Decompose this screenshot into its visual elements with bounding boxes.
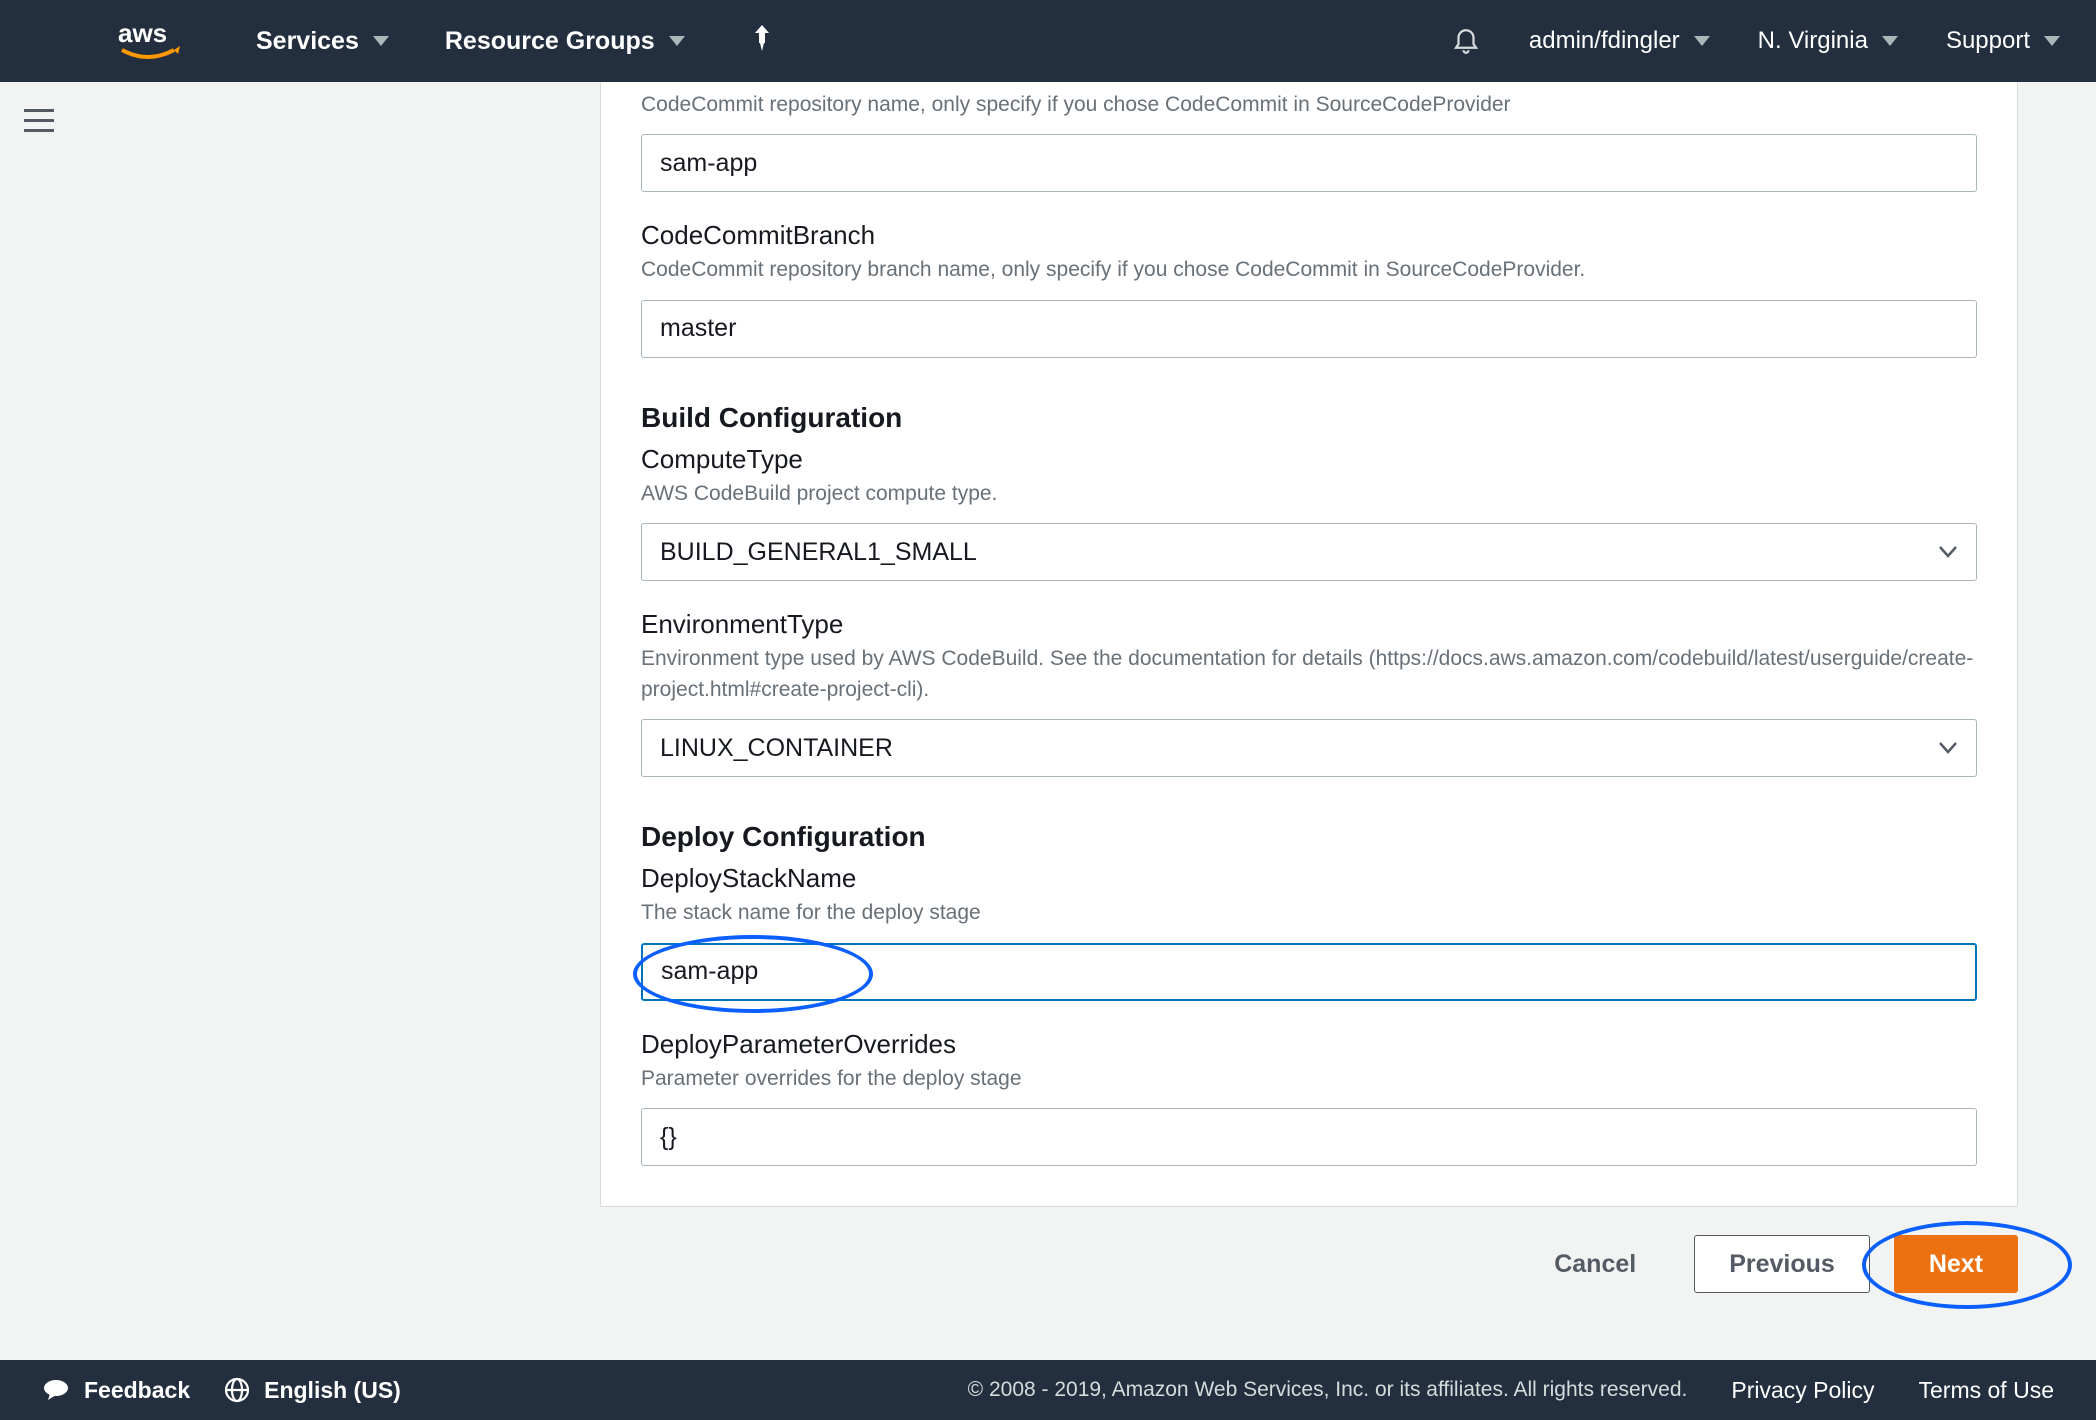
nav-resource-groups-label: Resource Groups xyxy=(445,27,655,56)
footer-left: Feedback English (US) xyxy=(42,1377,401,1404)
chevron-down-icon xyxy=(1694,36,1710,46)
nav-services-label: Services xyxy=(256,27,359,56)
field-environment-type: EnvironmentType Environment type used by… xyxy=(641,609,1977,777)
environment-type-select[interactable]: LINUX_CONTAINER xyxy=(641,719,1977,777)
footer-right: © 2008 - 2019, Amazon Web Services, Inc.… xyxy=(968,1377,2054,1404)
deploy-overrides-input[interactable] xyxy=(641,1108,1977,1166)
deploy-stack-input[interactable] xyxy=(641,943,1977,1001)
codecommit-branch-desc: CodeCommit repository branch name, only … xyxy=(641,255,1977,285)
codecommit-branch-input[interactable] xyxy=(641,300,1977,358)
nav-resource-groups[interactable]: Resource Groups xyxy=(445,27,685,56)
wizard-buttons-row: Cancel Previous Next xyxy=(600,1235,2018,1293)
environment-type-label: EnvironmentType xyxy=(641,609,1977,640)
nav-support-label: Support xyxy=(1946,27,2030,55)
nav-region[interactable]: N. Virginia xyxy=(1758,27,1898,55)
codecommit-branch-label: CodeCommitBranch xyxy=(641,220,1977,251)
aws-logo[interactable]: aws xyxy=(118,18,196,64)
cancel-button[interactable]: Cancel xyxy=(1520,1235,1670,1293)
speech-bubble-icon xyxy=(42,1378,70,1402)
previous-button[interactable]: Previous xyxy=(1694,1235,1870,1293)
deploy-config-heading: Deploy Configuration xyxy=(641,821,1977,853)
aws-footer: Feedback English (US) © 2008 - 2019, Ama… xyxy=(0,1360,2096,1420)
compute-type-label: ComputeType xyxy=(641,444,1977,475)
next-button[interactable]: Next xyxy=(1894,1235,2018,1293)
parameters-card: CodeCommit repository name, only specify… xyxy=(600,82,2018,1207)
globe-icon xyxy=(224,1377,250,1403)
aws-top-header: aws Services Resource Groups admin/fding… xyxy=(0,0,2096,82)
codecommit-repo-input[interactable] xyxy=(641,134,1977,192)
copyright-text: © 2008 - 2019, Amazon Web Services, Inc.… xyxy=(968,1378,1688,1402)
field-codecommit-repo: CodeCommit repository name, only specify… xyxy=(641,90,1977,192)
terms-of-use-link[interactable]: Terms of Use xyxy=(1919,1377,2054,1404)
deploy-stack-label: DeployStackName xyxy=(641,863,1977,894)
feedback-link[interactable]: Feedback xyxy=(42,1377,190,1404)
chevron-down-icon xyxy=(373,36,389,46)
field-codecommit-branch: CodeCommitBranch CodeCommit repository b… xyxy=(641,220,1977,357)
privacy-policy-link[interactable]: Privacy Policy xyxy=(1731,1377,1874,1404)
nav-account[interactable]: admin/fdingler xyxy=(1529,27,1710,55)
sidebar-toggle-icon[interactable] xyxy=(24,102,54,139)
deploy-stack-desc: The stack name for the deploy stage xyxy=(641,898,1977,928)
build-config-heading: Build Configuration xyxy=(641,402,1977,434)
field-compute-type: ComputeType AWS CodeBuild project comput… xyxy=(641,444,1977,581)
language-label: English (US) xyxy=(264,1377,401,1404)
compute-type-desc: AWS CodeBuild project compute type. xyxy=(641,479,1977,509)
field-deploy-stack: DeployStackName The stack name for the d… xyxy=(641,863,1977,1000)
next-button-wrap: Next xyxy=(1894,1235,2018,1293)
main-content: CodeCommit repository name, only specify… xyxy=(84,82,2096,1360)
environment-type-value: LINUX_CONTAINER xyxy=(641,719,1977,777)
nav-support[interactable]: Support xyxy=(1946,27,2060,55)
svg-text:aws: aws xyxy=(118,18,167,48)
chevron-down-icon xyxy=(1882,36,1898,46)
environment-type-desc: Environment type used by AWS CodeBuild. … xyxy=(641,644,1977,705)
nav-left-group: Services Resource Groups xyxy=(256,25,773,58)
deploy-overrides-label: DeployParameterOverrides xyxy=(641,1029,1977,1060)
field-deploy-overrides: DeployParameterOverrides Parameter overr… xyxy=(641,1029,1977,1166)
chevron-down-icon xyxy=(2044,36,2060,46)
pin-icon[interactable] xyxy=(751,25,773,58)
nav-region-label: N. Virginia xyxy=(1758,27,1868,55)
notifications-bell-icon[interactable] xyxy=(1451,23,1481,60)
deploy-overrides-desc: Parameter overrides for the deploy stage xyxy=(641,1064,1977,1094)
compute-type-value: BUILD_GENERAL1_SMALL xyxy=(641,523,1977,581)
nav-account-label: admin/fdingler xyxy=(1529,27,1680,55)
language-selector[interactable]: English (US) xyxy=(224,1377,401,1404)
nav-services[interactable]: Services xyxy=(256,27,389,56)
nav-right-group: admin/fdingler N. Virginia Support xyxy=(1451,23,2060,60)
compute-type-select[interactable]: BUILD_GENERAL1_SMALL xyxy=(641,523,1977,581)
chevron-down-icon xyxy=(669,36,685,46)
codecommit-repo-desc: CodeCommit repository name, only specify… xyxy=(641,90,1977,120)
feedback-label: Feedback xyxy=(84,1377,190,1404)
